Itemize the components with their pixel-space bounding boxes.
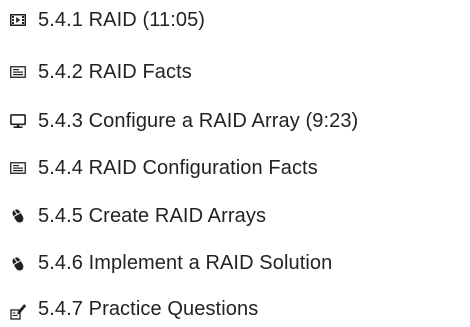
lesson-label: 5.4.5 Create RAID Arrays [38, 205, 267, 227]
lesson-item-video[interactable]: 5.4.1 RAID (11:05) [0, 0, 470, 40]
document-icon [10, 160, 26, 176]
lesson-label: 5.4.6 Implement a RAID Solution [38, 252, 333, 274]
lesson-item-demo[interactable]: 5.4.3 Configure a RAID Array (9:23) [0, 99, 470, 139]
lesson-item-lab[interactable]: 5.4.6 Implement a RAID Solution [0, 241, 470, 281]
lesson-item-facts[interactable]: 5.4.2 RAID Facts [0, 52, 470, 92]
lesson-label: 5.4.2 RAID Facts [38, 61, 192, 83]
exam-icon [10, 304, 26, 320]
lesson-label: 5.4.4 RAID Configuration Facts [38, 157, 318, 179]
monitor-icon [10, 113, 26, 129]
lesson-item-quiz[interactable]: 5.4.7 Practice Questions [0, 287, 470, 327]
lesson-label: 5.4.3 Configure a RAID Array (9:23) [38, 110, 359, 132]
lesson-item-facts[interactable]: 5.4.4 RAID Configuration Facts [0, 146, 470, 186]
video-icon [10, 12, 26, 28]
lesson-item-lab[interactable]: 5.4.5 Create RAID Arrays [0, 194, 470, 234]
document-icon [10, 64, 26, 80]
lesson-label: 5.4.7 Practice Questions [38, 298, 259, 320]
lesson-label: 5.4.1 RAID (11:05) [38, 9, 206, 31]
mouse-icon [10, 256, 26, 272]
mouse-icon [10, 208, 26, 224]
